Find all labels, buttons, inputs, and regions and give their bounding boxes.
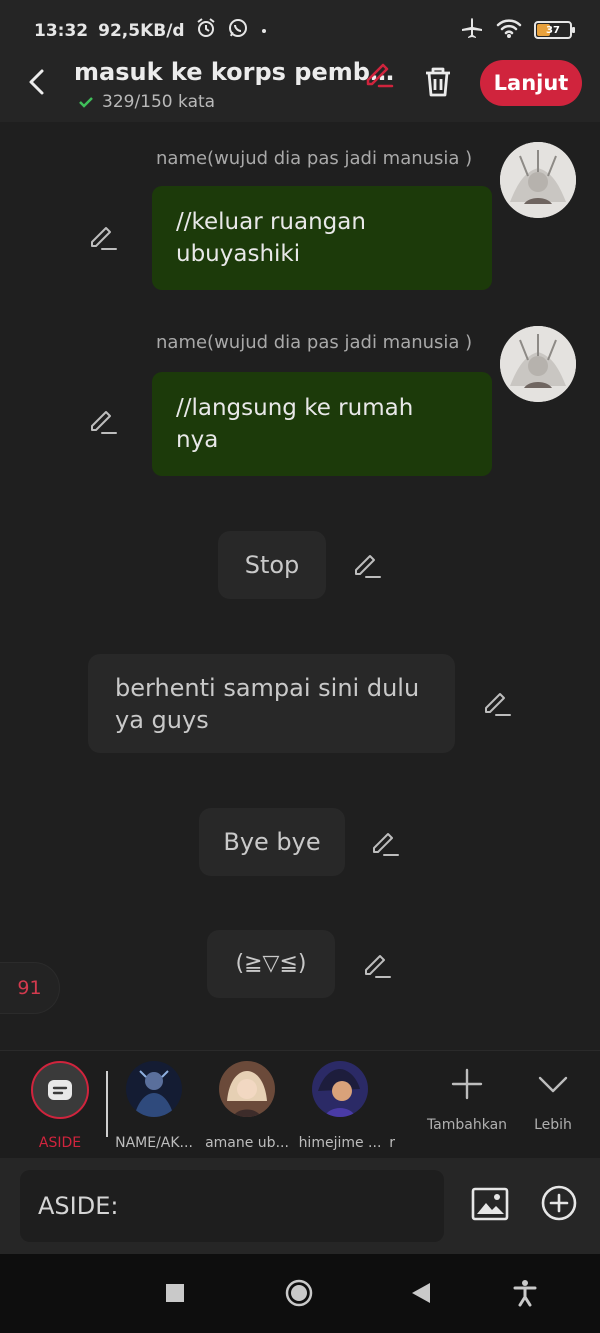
circle-icon	[285, 1279, 313, 1307]
edit-narration-button[interactable]	[352, 550, 382, 580]
word-count: 329/150 kata	[78, 92, 215, 112]
add-character-label: Tambahkan	[426, 1117, 508, 1133]
add-button[interactable]	[540, 1184, 578, 1222]
airplane-icon	[460, 16, 484, 44]
status-left: 13:32 92,5KB/d	[34, 17, 269, 44]
narration-text: Stop	[244, 551, 300, 579]
check-icon	[79, 97, 93, 108]
message-input[interactable]: ASIDE:	[20, 1170, 444, 1242]
narration-text-line: berhenti sampai sini dulu	[115, 674, 420, 702]
narration-icon	[48, 1080, 72, 1100]
more-button[interactable]: Lebih	[522, 1067, 584, 1133]
message-text-line: //keluar ruangan	[176, 209, 366, 235]
recents-button[interactable]	[160, 1278, 190, 1308]
status-bar: 13:32 92,5KB/d 37	[0, 0, 600, 56]
message-sender: name(wujud dia pas jadi manusia )	[156, 332, 473, 353]
page-title[interactable]: masuk ke korps pemb…	[74, 58, 394, 86]
alarm-icon	[195, 17, 217, 44]
battery-icon: 37	[534, 21, 575, 39]
character-label: amane ub...	[205, 1135, 289, 1151]
avatar	[126, 1061, 182, 1117]
image-button[interactable]	[470, 1184, 510, 1224]
accessibility-button[interactable]	[510, 1278, 540, 1308]
message-text-line: //langsung ke rumah	[176, 395, 414, 421]
aside-avatar	[31, 1061, 89, 1119]
dot-icon	[259, 21, 269, 41]
chevron-down-icon	[538, 1076, 568, 1093]
narration-text-line: ya guys	[115, 706, 209, 734]
pencil-icon	[91, 227, 117, 250]
composer-bar: ASIDE:	[0, 1158, 600, 1254]
avatar[interactable]	[500, 326, 576, 402]
app-bar: masuk ke korps pemb… 329/150 kata Lanjut	[0, 56, 600, 122]
edit-narration-button[interactable]	[370, 828, 400, 858]
narration-text: Bye bye	[223, 828, 321, 856]
pencil-icon	[485, 693, 511, 716]
message-counter[interactable]: 91	[0, 962, 60, 1014]
trash-icon	[426, 67, 450, 97]
character-label: ASIDE	[38, 1135, 82, 1151]
plus-icon	[451, 1068, 483, 1100]
chat-area[interactable]: name(wujud dia pas jadi manusia ) //kelu…	[0, 122, 600, 1050]
divider	[106, 1071, 108, 1137]
character-label: NAME/AK...	[115, 1135, 193, 1151]
status-time: 13:32	[34, 20, 89, 41]
message-bubble[interactable]: //keluar ruangan ubuyashiki	[152, 186, 492, 290]
system-nav-bar	[0, 1254, 600, 1333]
edit-message-button[interactable]	[88, 222, 118, 252]
pencil-icon	[366, 63, 394, 88]
avatar[interactable]	[500, 142, 576, 218]
narration-text: (≧▽≦)	[235, 951, 307, 976]
character-label: r	[389, 1135, 395, 1151]
character-bar: ASIDE NAME/AK... amane ub... himejime ..…	[0, 1050, 600, 1158]
status-right: 37	[460, 16, 575, 44]
character-item[interactable]: NAME/AK...	[109, 1061, 199, 1151]
narration-bubble[interactable]: Bye bye	[199, 808, 345, 876]
whatsapp-icon	[227, 17, 249, 44]
narration-bubble[interactable]: (≧▽≦)	[207, 930, 335, 998]
status-speed: 92,5KB/d	[98, 20, 185, 41]
triangle-back-icon	[412, 1283, 430, 1303]
narration-bubble[interactable]: berhenti sampai sini dulu ya guys	[88, 654, 455, 753]
delete-button[interactable]	[420, 64, 456, 100]
edit-message-button[interactable]	[88, 406, 118, 436]
word-count-label: 329/150 kata	[102, 92, 216, 112]
back-button[interactable]	[24, 68, 52, 96]
more-label: Lebih	[534, 1117, 572, 1133]
wifi-icon	[496, 17, 522, 43]
avatar	[219, 1061, 275, 1117]
battery-level: 37	[546, 24, 560, 36]
character-aside[interactable]: ASIDE	[15, 1061, 105, 1151]
narration-bubble[interactable]: Stop	[218, 531, 326, 599]
square-icon	[166, 1284, 184, 1302]
pencil-icon	[373, 833, 399, 856]
home-button[interactable]	[284, 1278, 314, 1308]
plus-circle-icon	[541, 1185, 577, 1221]
message-bubble[interactable]: //langsung ke rumah nya	[152, 372, 492, 476]
character-item[interactable]: amane ub...	[202, 1061, 292, 1151]
message-sender: name(wujud dia pas jadi manusia )	[156, 148, 473, 169]
pencil-icon	[355, 555, 381, 578]
message-text-line: ubuyashiki	[176, 241, 301, 267]
edit-narration-button[interactable]	[362, 950, 392, 980]
pencil-icon	[91, 411, 117, 434]
edit-narration-button[interactable]	[482, 688, 512, 718]
accessibility-icon	[513, 1280, 537, 1307]
chevron-left-icon	[29, 69, 44, 95]
add-character-button[interactable]: Tambahkan	[424, 1067, 510, 1133]
next-button[interactable]: Lanjut	[480, 60, 582, 106]
image-icon	[471, 1187, 509, 1221]
message-text-line: nya	[176, 427, 219, 453]
back-nav-button[interactable]	[406, 1278, 436, 1308]
pencil-icon	[365, 955, 391, 978]
edit-title-button[interactable]	[364, 58, 394, 88]
